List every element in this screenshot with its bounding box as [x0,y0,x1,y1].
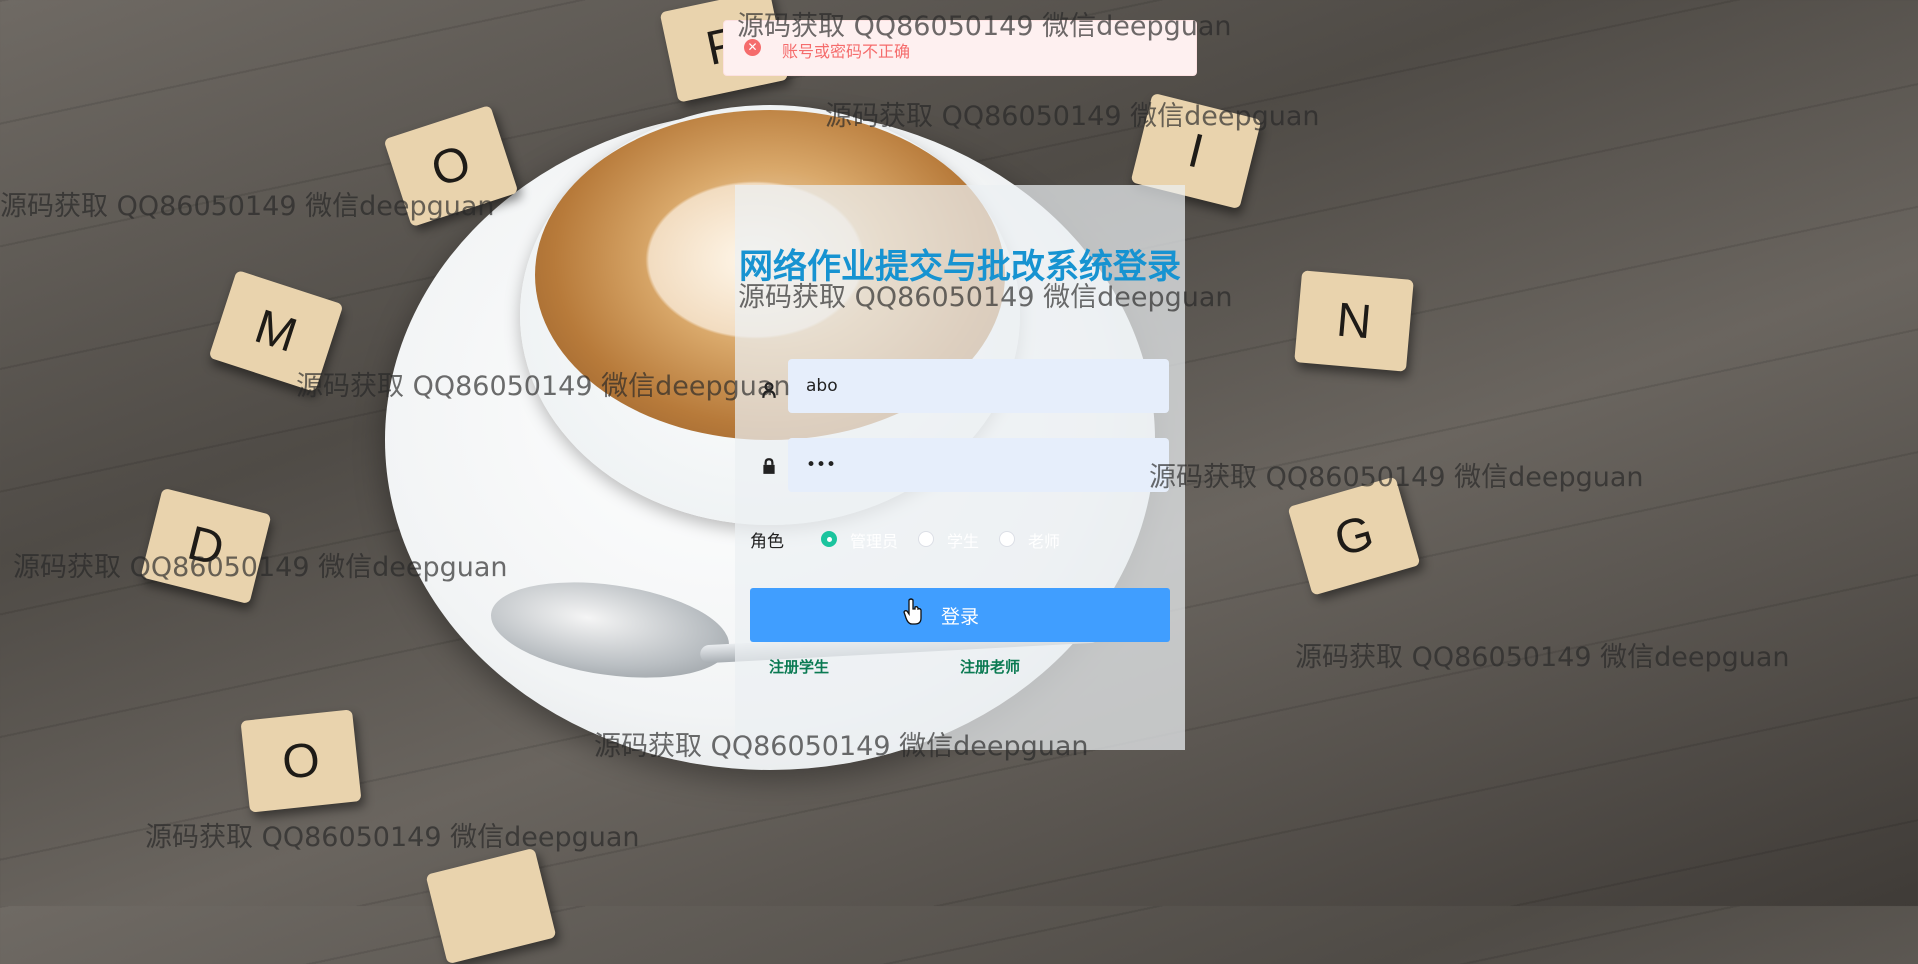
register-teacher-link[interactable]: 注册老师 [960,656,1020,677]
watermark-text: 源码获取 QQ86050149 微信deepguan [145,822,640,853]
error-toast: ✕ 账号或密码不正确 [723,20,1197,76]
role-option-teacher-label[interactable]: 老师 [1028,528,1060,552]
letter-tile: N [1294,270,1414,372]
role-option-student-label[interactable]: 学生 [947,528,979,552]
password-input[interactable] [788,438,1169,492]
role-radio-teacher[interactable] [999,531,1015,547]
login-button[interactable]: 登录 [750,588,1170,642]
letter-tile: O [240,709,362,813]
hand-cursor-icon [903,598,922,625]
letter-tile: M [208,269,344,393]
login-title: 网络作业提交与批改系统登录 [739,247,1181,287]
register-student-link[interactable]: 注册学生 [769,656,829,677]
role-radio-admin[interactable] [821,531,837,547]
lock-icon [763,458,775,474]
role-radio-student[interactable] [918,531,934,547]
user-icon [762,382,776,398]
username-input[interactable] [788,359,1169,413]
watermark-text: 源码获取 QQ86050149 微信deepguan [1295,642,1790,673]
error-circle-icon: ✕ [744,39,761,56]
role-option-admin-label[interactable]: 管理员 [850,528,898,552]
letter-tile: D [140,487,272,605]
letter-tile: G [1287,476,1421,596]
toast-message: 账号或密码不正确 [782,42,911,61]
role-label: 角色 [750,532,784,552]
